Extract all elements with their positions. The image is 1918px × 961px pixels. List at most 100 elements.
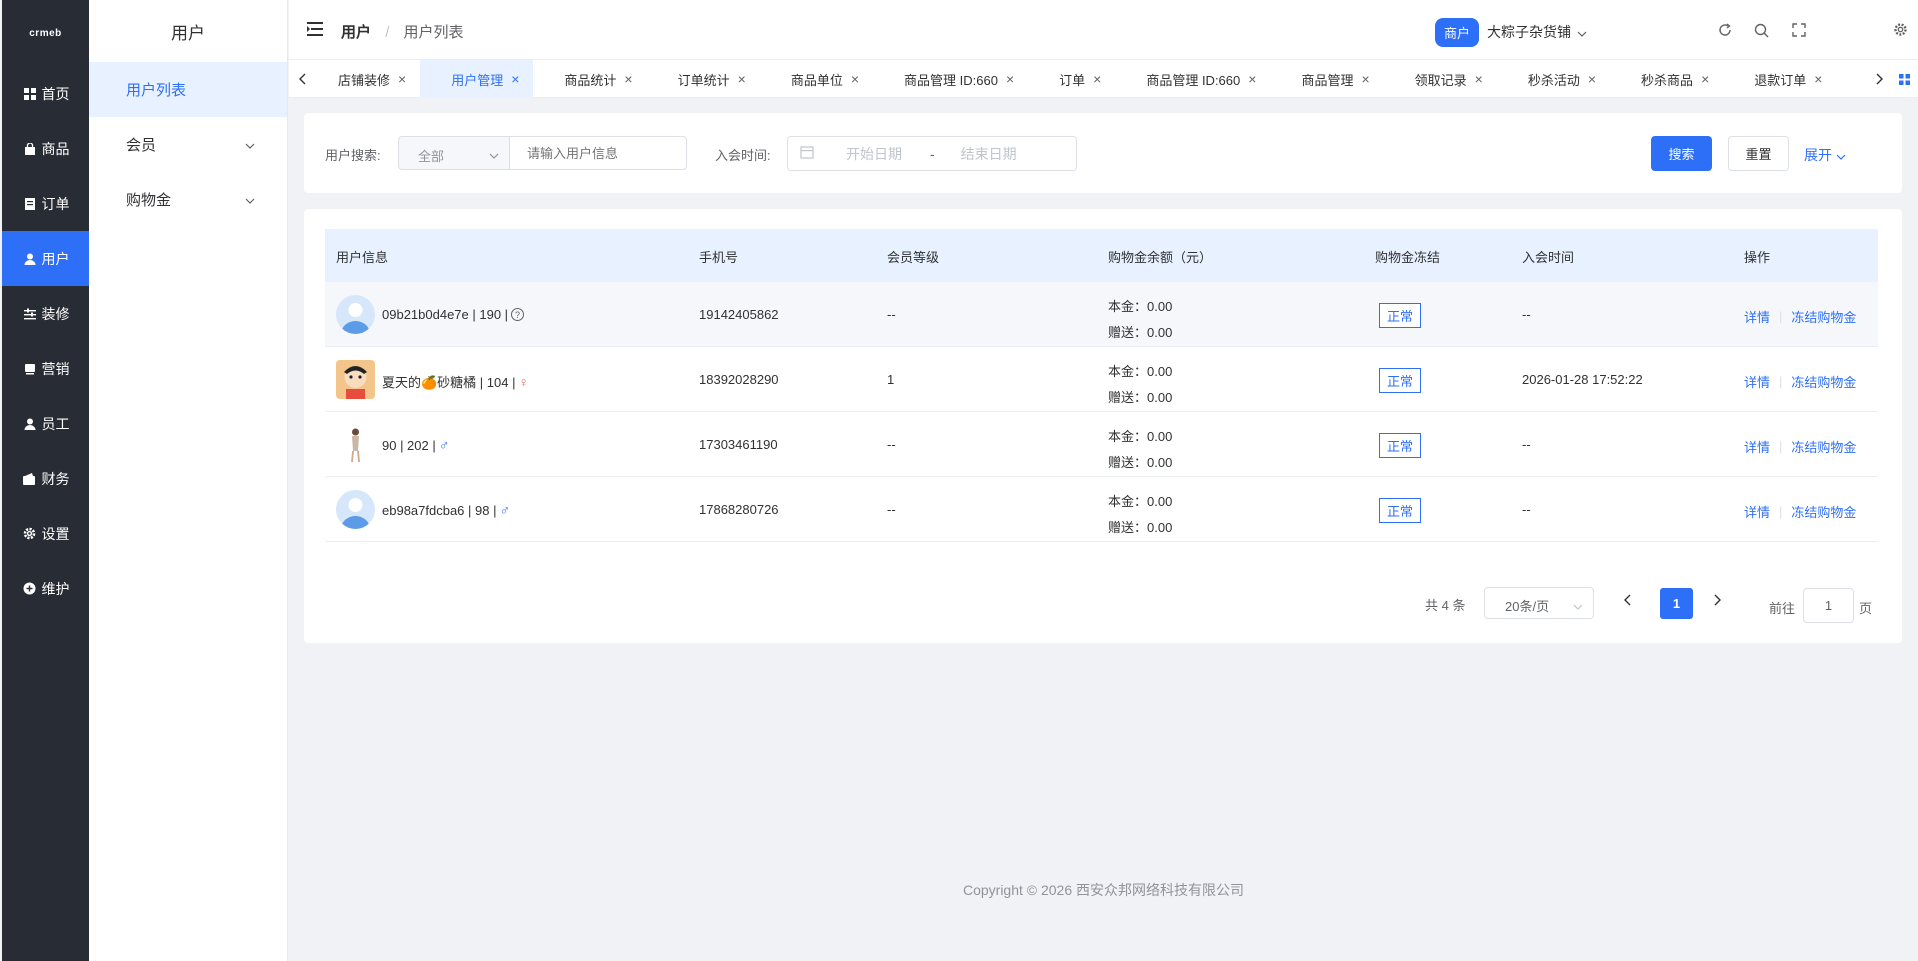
- chevron-down-icon: [245, 136, 255, 153]
- user-info: 09b21b0d4e7e | 190 | ?: [382, 307, 525, 322]
- end-date[interactable]: 结束日期: [961, 144, 1017, 164]
- nav-item-goods[interactable]: 商品: [2, 121, 89, 176]
- nav-item-decor[interactable]: 装修: [2, 286, 89, 341]
- status-badge: 正常: [1379, 303, 1422, 328]
- close-icon[interactable]: ×: [851, 71, 859, 87]
- refresh-icon[interactable]: [1715, 21, 1734, 40]
- freeze-link[interactable]: 冻结购物金: [1791, 502, 1856, 521]
- top-header: 用户 / 用户列表: [289, 0, 1918, 60]
- nav-item-finance[interactable]: 财务: [2, 451, 89, 506]
- col-phone: 手机号: [699, 250, 739, 265]
- tab-label: 商品管理 ID:660: [1146, 72, 1241, 88]
- freeze-link[interactable]: 冻结购物金: [1791, 307, 1856, 326]
- fullscreen-icon[interactable]: [1789, 21, 1808, 40]
- sub-item-label: 会员: [126, 137, 157, 154]
- row-actions: 详情 | 冻结购物金: [1744, 307, 1856, 326]
- principal-text: 本金：0.00: [1108, 429, 1173, 444]
- select-value: 全部: [418, 149, 445, 164]
- level-cell: --: [887, 307, 896, 322]
- close-icon[interactable]: ×: [1093, 71, 1101, 87]
- tab-flash-sale[interactable]: 秒杀活动 ×: [1497, 60, 1610, 98]
- user-search-input[interactable]: [509, 136, 687, 170]
- col-actions: 操作: [1744, 250, 1771, 265]
- tab-goods-manage-660-b[interactable]: 商品管理 ID:660 ×: [1115, 60, 1270, 98]
- next-page-button[interactable]: [1713, 594, 1721, 609]
- sub-item-member[interactable]: 会员: [89, 117, 287, 172]
- start-date[interactable]: 开始日期: [846, 144, 902, 164]
- tab-label: 退款订单: [1754, 72, 1807, 88]
- nav-item-staff[interactable]: 员工: [2, 396, 89, 451]
- reset-button[interactable]: 重置: [1728, 136, 1789, 171]
- search-type-select[interactable]: 全部: [398, 136, 510, 170]
- page-size-select[interactable]: 20条/页: [1484, 587, 1594, 619]
- tab-goods-stats[interactable]: 商品统计 ×: [533, 60, 646, 98]
- principal-text: 本金：0.00: [1108, 364, 1173, 379]
- tab-shop-decor[interactable]: 店铺装修 ×: [307, 60, 420, 98]
- search-icon[interactable]: [1752, 21, 1771, 40]
- gender-unknown-icon: ?: [511, 308, 525, 321]
- avatar: [336, 295, 375, 334]
- goto-page-input[interactable]: [1803, 588, 1854, 623]
- nav-item-orders[interactable]: 订单: [2, 176, 89, 231]
- nav-item-settings[interactable]: 设置: [2, 506, 89, 561]
- sub-item-shopping-gold[interactable]: 购物金: [89, 172, 287, 227]
- gear-icon[interactable]: [1893, 22, 1908, 40]
- close-icon[interactable]: ×: [624, 71, 632, 87]
- detail-link[interactable]: 详情: [1744, 437, 1770, 456]
- balance-cell: 本金：0.00 赠送：0.00: [1108, 489, 1172, 541]
- close-icon[interactable]: ×: [738, 71, 746, 87]
- tab-label: 订单: [1059, 72, 1086, 88]
- nav-item-users[interactable]: 用户: [2, 231, 89, 286]
- nav-item-maintenance[interactable]: 维护: [2, 561, 89, 616]
- tab-user-management[interactable]: 用户管理 ×: [420, 60, 534, 98]
- tab-order-stats[interactable]: 订单统计 ×: [647, 60, 760, 98]
- tab-goods-unit[interactable]: 商品单位 ×: [760, 60, 873, 98]
- nav-label: 设置: [41, 525, 70, 542]
- gender-male-icon: ♂: [438, 437, 450, 453]
- chevron-right-icon[interactable]: [1871, 71, 1887, 87]
- close-icon[interactable]: ×: [1006, 71, 1014, 87]
- grid-menu-icon[interactable]: [1896, 71, 1912, 87]
- close-icon[interactable]: ×: [1701, 71, 1709, 87]
- search-button[interactable]: 搜索: [1651, 136, 1712, 171]
- tab-claim-records[interactable]: 领取记录 ×: [1384, 60, 1497, 98]
- user-info-text: 夏天的🍊砂糖橘 | 104 |: [382, 375, 516, 390]
- detail-link[interactable]: 详情: [1744, 372, 1770, 391]
- tab-refund-orders[interactable]: 退款订单 ×: [1723, 60, 1836, 98]
- close-icon[interactable]: ×: [398, 71, 406, 87]
- breadcrumb-current[interactable]: 用户: [341, 24, 371, 41]
- close-icon[interactable]: ×: [511, 71, 519, 87]
- freeze-link[interactable]: 冻结购物金: [1791, 372, 1856, 391]
- close-icon[interactable]: ×: [1814, 71, 1822, 87]
- close-icon[interactable]: ×: [1475, 71, 1483, 87]
- tab-flash-goods[interactable]: 秒杀商品 ×: [1610, 60, 1723, 98]
- close-icon[interactable]: ×: [1361, 71, 1369, 87]
- page-number-current[interactable]: 1: [1660, 588, 1693, 619]
- chevron-down-icon: [489, 147, 499, 162]
- status-badge: 正常: [1379, 433, 1422, 458]
- tab-goods-manage[interactable]: 商品管理 ×: [1270, 60, 1383, 98]
- freeze-link[interactable]: 冻结购物金: [1791, 437, 1856, 456]
- hamburger-icon[interactable]: [307, 22, 323, 36]
- tab-funds[interactable]: 资金: [1836, 60, 1868, 98]
- tab-orders[interactable]: 订单 ×: [1028, 60, 1115, 98]
- nav-item-home[interactable]: 首页: [2, 66, 89, 121]
- tab-label: 领取记录: [1414, 72, 1467, 88]
- detail-link[interactable]: 详情: [1744, 307, 1770, 326]
- divider: |: [1779, 309, 1783, 324]
- join-date-range[interactable]: 开始日期 - 结束日期: [787, 136, 1077, 171]
- tab-goods-manage-660-a[interactable]: 商品管理 ID:660 ×: [873, 60, 1028, 98]
- detail-link[interactable]: 详情: [1744, 502, 1770, 521]
- col-user-info: 用户信息: [336, 250, 389, 265]
- expand-toggle[interactable]: 展开: [1804, 145, 1846, 165]
- close-icon[interactable]: ×: [1588, 71, 1596, 87]
- close-icon[interactable]: ×: [1248, 71, 1256, 87]
- nav-item-marketing[interactable]: 营销: [2, 341, 89, 396]
- pager-total: 共 4 条: [1425, 598, 1466, 613]
- main-sidebar: crmeb 首页 商品 订单 用户 装修 营销 员工 财务 设置 维护: [2, 0, 89, 961]
- sub-item-user-list[interactable]: 用户列表: [89, 62, 287, 117]
- prev-page-button[interactable]: [1624, 594, 1632, 609]
- user-icon: [22, 251, 38, 267]
- store-switcher[interactable]: 大粽子杂货铺: [1487, 22, 1587, 42]
- nav-label: 员工: [41, 415, 70, 432]
